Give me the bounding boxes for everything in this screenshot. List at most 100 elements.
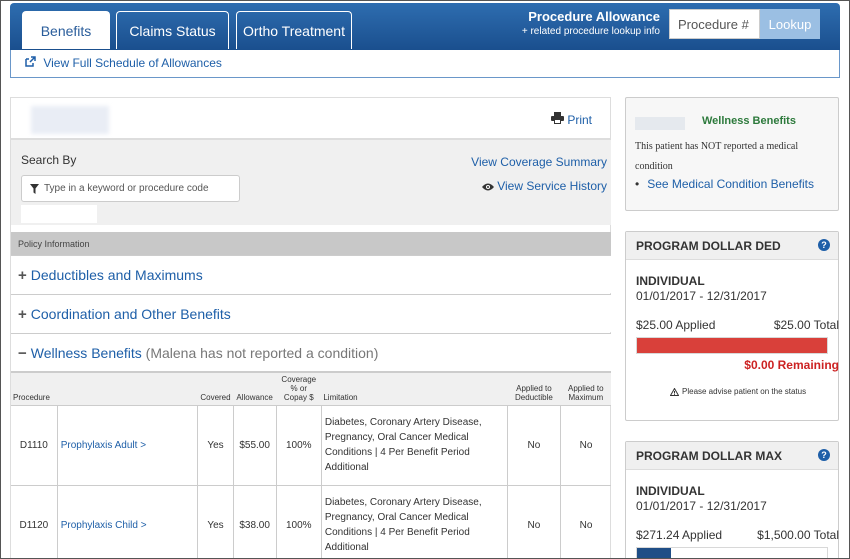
help-icon[interactable]: ? — [818, 239, 830, 251]
collapse-minus-icon: − — [18, 345, 27, 362]
lookup-button[interactable]: Lookup — [760, 9, 820, 39]
coverage-cell: 100% — [275, 484, 322, 558]
column-header-coverage: Coverage % or Copay $ — [276, 371, 322, 405]
benefit-period: 01/01/2017 - 12/31/2017 — [636, 289, 767, 303]
accordion-label: Wellness Benefits — [30, 345, 142, 361]
card-title: PROGRAM DOLLAR MAX ? — [626, 442, 838, 470]
view-coverage-summary-link[interactable]: View Coverage Summary — [471, 155, 607, 169]
wellness-procedures-table: Procedure Covered Allowance Coverage % o… — [11, 371, 611, 558]
view-service-history-link[interactable]: View Service History — [482, 179, 607, 193]
applied-row: $25.00 Applied $25.00 Total — [636, 318, 839, 332]
column-header-applied-maximum: Applied to Maximum — [560, 371, 611, 405]
table-header-row: Procedure Covered Allowance Coverage % o… — [11, 371, 611, 405]
expand-plus-icon: + — [18, 306, 27, 323]
covered-cell: Yes — [197, 484, 234, 558]
accordion-label: Coordination and Other Benefits — [30, 306, 231, 322]
table-row: D1120 Prophylaxis Child > Yes $38.00 100… — [11, 484, 611, 558]
warning-icon — [670, 387, 679, 396]
procedure-allowance-heading: Procedure Allowance + related procedure … — [510, 9, 660, 37]
procedure-number-input[interactable] — [669, 9, 760, 39]
applied-row: $271.24 Applied $1,500.00 Total — [636, 528, 839, 542]
procedure-name-cell: Prophylaxis Child > — [56, 484, 198, 558]
view-schedule-link[interactable]: View Full Schedule of Allowances — [25, 56, 222, 70]
see-medical-condition-link[interactable]: • See Medical Condition Benefits — [635, 177, 814, 191]
applied-amount: $25.00 Applied — [636, 318, 716, 332]
applied-deductible-cell: No — [506, 404, 561, 485]
accordion-deductibles-maximums[interactable]: + Deductibles and Maximums — [11, 255, 611, 293]
print-label: Print — [567, 113, 592, 127]
procedure-allowance-title: Procedure Allowance — [528, 9, 660, 24]
deductible-title: PROGRAM DOLLAR DED — [636, 239, 781, 253]
printer-icon — [550, 112, 567, 127]
accordion-note: (Malena has not reported a condition) — [141, 345, 379, 361]
accordion-coordination-benefits[interactable]: + Coordination and Other Benefits — [11, 294, 611, 332]
expand-plus-icon: + — [18, 267, 27, 284]
coverage-level: INDIVIDUAL — [636, 484, 705, 498]
search-input[interactable] — [44, 176, 239, 201]
allowance-cell: $38.00 — [232, 484, 277, 558]
blank-field — [21, 205, 97, 223]
search-field — [21, 175, 240, 202]
applied-deductible-cell: No — [506, 484, 561, 558]
procedure-code: D1120 — [11, 484, 58, 558]
coverage-level: INDIVIDUAL — [636, 274, 705, 288]
column-header-covered: Covered — [197, 371, 234, 405]
tab-benefits[interactable]: Benefits — [22, 11, 110, 49]
benefits-panel: Print Search By View Coverage Summary Vi… — [10, 97, 611, 558]
filter-icon — [30, 184, 39, 194]
procedure-code: D1110 — [11, 404, 58, 485]
coverage-cell: 100% — [275, 404, 322, 485]
procedure-link[interactable]: Prophylaxis Adult > — [61, 440, 146, 451]
deductible-details: INDIVIDUAL 01/01/2017 - 12/31/2017 $25.0… — [636, 274, 839, 396]
accordion-label: Deductibles and Maximums — [30, 267, 203, 283]
applied-amount: $271.24 Applied — [636, 528, 723, 542]
procedure-name-cell: Prophylaxis Adult > — [56, 404, 198, 485]
schedule-bar: View Full Schedule of Allowances — [10, 50, 840, 78]
wellness-benefits-title: Wellness Benefits — [702, 115, 796, 127]
advise-note: Please advise patient on the status — [670, 387, 831, 396]
wellness-status-text: This patient has NOT reported a medical … — [635, 141, 799, 172]
bullet-icon: • — [635, 177, 640, 191]
patient-name-redacted — [635, 117, 685, 130]
patient-name-redacted — [31, 106, 109, 134]
remaining-amount: $0.00 Remaining — [744, 358, 839, 372]
eye-icon — [482, 183, 495, 191]
column-header-procedure: Procedure — [11, 371, 198, 405]
procedure-link[interactable]: Prophylaxis Child > — [61, 520, 147, 531]
see-medical-condition-label: See Medical Condition Benefits — [647, 177, 814, 191]
limitation-cell: Diabetes, Coronary Artery Disease, Pregn… — [320, 404, 508, 485]
print-link[interactable]: Print — [550, 112, 592, 127]
maximum-progress-bar — [636, 547, 828, 558]
view-schedule-label: View Full Schedule of Allowances — [43, 56, 222, 70]
search-by-label: Search By — [21, 153, 77, 167]
tab-claims-status[interactable]: Claims Status — [116, 11, 229, 49]
covered-cell: Yes — [197, 404, 234, 485]
column-header-applied-deductible: Applied to Deductible — [507, 371, 561, 405]
column-header-limitation: Limitation — [321, 371, 508, 405]
allowance-cell: $55.00 — [232, 404, 277, 485]
maximum-details: INDIVIDUAL 01/01/2017 - 12/31/2017 $271.… — [636, 484, 839, 558]
applied-maximum-cell: No — [560, 404, 611, 485]
total-amount: $1,500.00 Total — [757, 528, 839, 542]
limitation-cell: Diabetes, Coronary Artery Disease, Pregn… — [320, 484, 508, 558]
deductible-card: PROGRAM DOLLAR DED ? INDIVIDUAL 01/01/20… — [625, 231, 839, 421]
advise-text: Please advise patient on the status — [682, 387, 807, 396]
view-service-history-label: View Service History — [497, 179, 607, 193]
table-row: D1110 Prophylaxis Adult > Yes $55.00 100… — [11, 404, 611, 485]
column-header-allowance: Allowance — [233, 371, 277, 405]
app-frame: Benefits Claims Status Ortho Treatment P… — [0, 0, 850, 559]
top-navigation-bar: Benefits Claims Status Ortho Treatment P… — [10, 3, 840, 50]
deductible-progress-bar — [636, 337, 828, 354]
progress-fill — [637, 548, 672, 558]
accordion-wellness-benefits[interactable]: − Wellness Benefits (Malena has not repor… — [11, 333, 611, 371]
maximum-title: PROGRAM DOLLAR MAX — [636, 449, 782, 463]
benefit-period: 01/01/2017 - 12/31/2017 — [636, 499, 767, 513]
card-title: PROGRAM DOLLAR DED ? — [626, 232, 838, 260]
total-amount: $25.00 Total — [773, 318, 839, 332]
procedure-allowance-subtitle: + related procedure lookup info — [521, 26, 660, 37]
tab-ortho-treatment[interactable]: Ortho Treatment — [236, 11, 352, 49]
wellness-benefits-card: Wellness Benefits This patient has NOT r… — [625, 97, 839, 211]
help-icon[interactable]: ? — [818, 449, 830, 461]
progress-fill — [637, 338, 827, 353]
policy-information-header: Policy Information — [11, 232, 611, 255]
